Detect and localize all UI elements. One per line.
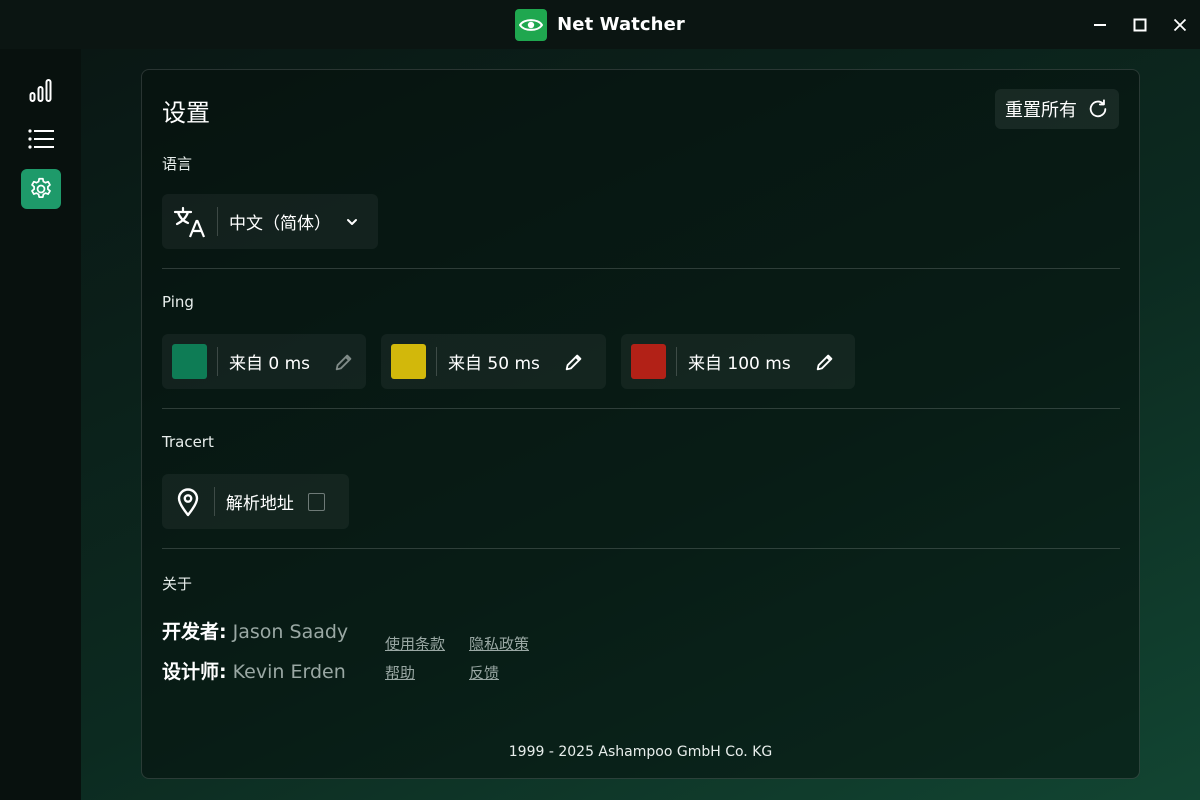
ping-threshold-high: 来自 100 ms xyxy=(621,334,855,389)
copyright-text: 1999 - 2025 Ashampoo GmbH Co. KG xyxy=(508,744,773,760)
color-swatch-low[interactable] xyxy=(172,344,207,379)
close-icon xyxy=(1173,18,1187,31)
title-bar: Net Watcher xyxy=(0,0,1200,49)
minimize-icon xyxy=(1094,23,1106,26)
page-title: 设置 xyxy=(162,99,210,127)
ping-threshold-low: 来自 0 ms xyxy=(162,334,366,389)
refresh-icon xyxy=(1089,99,1107,118)
resolve-address-option: 解析地址 xyxy=(162,474,349,529)
tracert-section-label: Tracert xyxy=(162,433,214,451)
app-title: Net Watcher xyxy=(557,14,685,35)
edit-threshold-low-button[interactable] xyxy=(326,344,362,380)
divider xyxy=(162,268,1120,269)
edit-threshold-medium-button[interactable] xyxy=(556,344,592,380)
nav-list[interactable] xyxy=(21,119,61,159)
pencil-icon xyxy=(335,354,352,370)
color-swatch-medium[interactable] xyxy=(391,344,426,379)
gear-icon xyxy=(31,177,51,198)
designer-key: 设计师: xyxy=(162,661,227,683)
reset-all-button[interactable]: 重置所有 xyxy=(995,89,1119,129)
bar-chart-icon xyxy=(29,79,52,102)
translate-icon xyxy=(162,194,217,249)
ping-threshold-medium: 来自 50 ms xyxy=(381,334,606,389)
designer-name: Kevin Erden xyxy=(232,661,346,683)
list-icon xyxy=(28,129,54,149)
nav-statistics[interactable] xyxy=(21,70,61,110)
reset-all-label: 重置所有 xyxy=(1005,100,1077,121)
chevron-down-icon xyxy=(347,218,357,225)
developer-credit: 开发者: Jason Saady xyxy=(162,617,348,644)
divider xyxy=(162,548,1120,549)
pencil-icon xyxy=(816,354,833,370)
language-select[interactable]: 中文（简体） xyxy=(162,194,378,249)
privacy-policy-link[interactable]: 隐私政策 xyxy=(469,633,529,654)
ping-threshold-low-label: 来自 0 ms xyxy=(229,354,311,374)
about-section-label: 关于 xyxy=(162,575,193,593)
sidebar xyxy=(0,49,81,800)
app-identity: Net Watcher xyxy=(515,8,685,41)
nav-settings[interactable] xyxy=(21,169,61,209)
divider xyxy=(162,408,1120,409)
close-button[interactable] xyxy=(1160,0,1200,49)
maximize-button[interactable] xyxy=(1120,0,1160,49)
ping-section-label: Ping xyxy=(162,293,194,311)
minimize-button[interactable] xyxy=(1080,0,1120,49)
window-controls xyxy=(1080,0,1200,49)
eye-logo-icon xyxy=(515,8,548,41)
pencil-icon xyxy=(565,354,582,370)
designer-credit: 设计师: Kevin Erden xyxy=(162,657,346,684)
help-link[interactable]: 帮助 xyxy=(385,662,415,683)
settings-card: 设置 重置所有 语言 中文（简体） Ping 来自 0 ms 来自 50 ms … xyxy=(141,69,1140,779)
color-swatch-high[interactable] xyxy=(631,344,666,379)
edit-threshold-high-button[interactable] xyxy=(807,344,843,380)
feedback-link[interactable]: 反馈 xyxy=(469,662,499,683)
ping-threshold-medium-label: 来自 50 ms xyxy=(448,354,540,374)
ping-threshold-high-label: 来自 100 ms xyxy=(688,354,791,374)
developer-name: Jason Saady xyxy=(232,621,349,643)
terms-of-use-link[interactable]: 使用条款 xyxy=(385,633,445,654)
language-value: 中文（简体） xyxy=(229,214,331,234)
maximize-icon xyxy=(1133,18,1147,31)
resolve-address-checkbox[interactable] xyxy=(307,492,325,511)
location-pin-icon xyxy=(162,474,214,529)
resolve-address-label: 解析地址 xyxy=(225,494,294,514)
language-section-label: 语言 xyxy=(162,155,193,173)
developer-key: 开发者: xyxy=(162,621,227,643)
